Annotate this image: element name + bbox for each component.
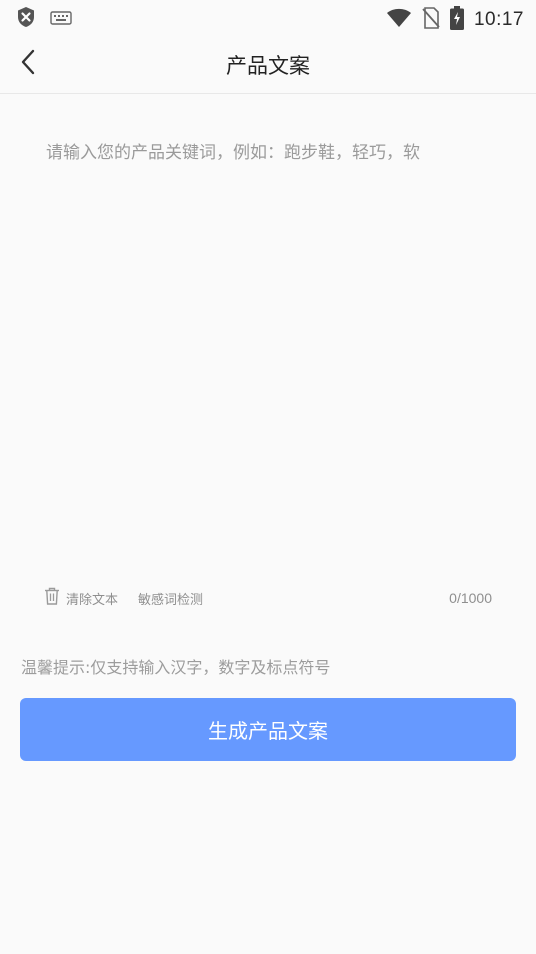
- input-tip: 温馨提示:仅支持输入汉字，数字及标点符号: [21, 658, 331, 677]
- nav-bar: 产品文案: [0, 36, 536, 94]
- clear-text-label: 清除文本: [66, 592, 119, 608]
- battery-charging-icon: [449, 6, 464, 34]
- character-count: 0/1000: [449, 590, 492, 606]
- status-bar: 10:17: [0, 0, 536, 36]
- wifi-icon: [386, 8, 412, 32]
- editor-tools: 清除文本 敏感词检测 0/1000: [44, 586, 492, 610]
- status-time: 10:17: [473, 9, 524, 30]
- shield-x-icon: [16, 6, 36, 32]
- status-right-icons: 10:17: [386, 6, 524, 34]
- no-sim-icon: [422, 7, 440, 33]
- keyboard-icon: [50, 10, 72, 29]
- page-title: 产品文案: [226, 54, 310, 78]
- generate-copy-button[interactable]: 生成产品文案: [20, 698, 516, 761]
- clear-text-button[interactable]: 清除文本: [44, 587, 118, 609]
- product-keywords-input[interactable]: [24, 130, 512, 570]
- trash-icon: [44, 587, 60, 609]
- status-left-icons: [16, 6, 72, 32]
- sensitive-word-check-button[interactable]: 敏感词检测: [138, 589, 203, 608]
